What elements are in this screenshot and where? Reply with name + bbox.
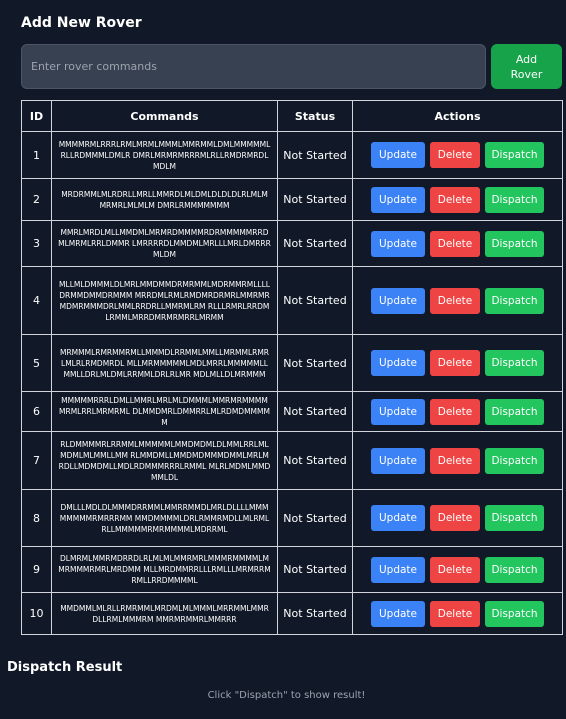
rover-id: 2: [21, 178, 52, 221]
table-row: 2 MRDRMMLMLRDRLLMRLLMMRDLMLDMLDLDLDLRLML…: [21, 178, 563, 221]
rover-id: 4: [21, 266, 52, 335]
table-row: 1 MMMMRMLRRRLRMLMRMLMMMLMMRMMLDMLMMMMMLR…: [21, 131, 563, 179]
rover-status: Not Started: [277, 131, 353, 179]
delete-button[interactable]: Delete: [430, 556, 480, 583]
update-button[interactable]: Update: [371, 350, 425, 376]
rover-actions: Update Delete Dispatch: [352, 178, 563, 221]
column-header-commands: Commands: [51, 100, 278, 132]
update-button[interactable]: Update: [371, 600, 425, 627]
dispatch-result-title: Dispatch Result: [7, 660, 123, 675]
table-row: 8 DMLLLMDLDLMMMDRRMMLMMRRMMDLMRLDLLLLMMM…: [21, 489, 563, 547]
rover-status: Not Started: [277, 431, 353, 490]
add-rover-button[interactable]: Add Rover: [491, 44, 562, 89]
rover-commands: MRMMMLRMRMMRMLLMMMDLRRMMLMMLLMRMMLRMRLML…: [51, 334, 278, 392]
delete-button[interactable]: Delete: [430, 186, 480, 213]
table-row: 9 DLMRMLMMRMDRRDLRLMLMLMMRMRLMMMRMMMMLMM…: [21, 546, 563, 593]
rover-id: 8: [21, 489, 52, 547]
rover-status: Not Started: [277, 592, 353, 635]
rover-commands: DLMRMLMMRMDRRDLRLMLMLMMRMRLMMMRMMMMLMMRM…: [51, 546, 278, 593]
table-row: 4 MLLMLDMMMLDLMRLMMDMMDRMRMMLMDRMMRMLLLL…: [21, 266, 563, 335]
table-row: 3 MMRLMRDLMLLMMDMLMRMRDMMMMRDRMMMMMRRDML…: [21, 220, 563, 267]
rover-status: Not Started: [277, 220, 353, 267]
column-header-actions: Actions: [352, 100, 563, 132]
update-button[interactable]: Update: [371, 142, 425, 168]
rover-commands: MRDRMMLMLRDRLLMRLLMMRDLMLDMLDLDLDLRLMLMM…: [51, 178, 278, 221]
rover-commands: DMLLLMDLDLMMMDRRMMLMMRRMMDLMRLDLLLLMMMMM…: [51, 489, 278, 547]
dispatch-button[interactable]: Dispatch: [485, 447, 544, 474]
rover-commands: MMMMMRRRLDMLLMMRLMRLMLDMMMLMMRMRMMMMMRML…: [51, 391, 278, 432]
delete-button[interactable]: Delete: [430, 600, 480, 627]
rover-commands: RLDMMMMRLRRMMLMMMMMLMMDMDMLDLMMLRRLMLMDM…: [51, 431, 278, 490]
rover-id: 3: [21, 220, 52, 267]
rover-status: Not Started: [277, 178, 353, 221]
update-button[interactable]: Update: [371, 556, 425, 583]
delete-button[interactable]: Delete: [430, 447, 480, 474]
rover-actions: Update Delete Dispatch: [352, 131, 563, 179]
delete-button[interactable]: Delete: [430, 350, 480, 376]
rover-status: Not Started: [277, 334, 353, 392]
dispatch-button[interactable]: Dispatch: [485, 398, 544, 425]
rover-actions: Update Delete Dispatch: [352, 592, 563, 635]
table-row: 5 MRMMMLRMRMMRMLLMMMDLRRMMLMMLLMRMMLRMRL…: [21, 334, 563, 392]
table-header-row: ID Commands Status Actions: [21, 100, 563, 132]
table-row: 6 MMMMMRRRLDMLLMMRLMRLMLDMMMLMMRMRMMMMMR…: [21, 391, 563, 432]
rover-status: Not Started: [277, 266, 353, 335]
delete-button[interactable]: Delete: [430, 230, 480, 257]
dispatch-button[interactable]: Dispatch: [485, 505, 544, 531]
rover-status: Not Started: [277, 546, 353, 593]
update-button[interactable]: Update: [371, 186, 425, 213]
column-header-status: Status: [277, 100, 353, 132]
update-button[interactable]: Update: [371, 447, 425, 474]
rover-commands: MMMMRMLRRRLRMLMRMLMMMLMMRMMLDMLMMMMMLRLL…: [51, 131, 278, 179]
rover-actions: Update Delete Dispatch: [352, 489, 563, 547]
update-button[interactable]: Update: [371, 398, 425, 425]
delete-button[interactable]: Delete: [430, 142, 480, 168]
rover-actions: Update Delete Dispatch: [352, 266, 563, 335]
rover-commands: MMRLMRDLMLLMMDMLMRMRDMMMMRDRMMMMMRRDMLMR…: [51, 220, 278, 267]
dispatch-button[interactable]: Dispatch: [485, 230, 544, 257]
delete-button[interactable]: Delete: [430, 287, 480, 314]
rover-id: 7: [21, 431, 52, 490]
rover-commands: MMDMMLMLRLLRMRMMLMRDMLMLMMMLMRRMMLMMRDLL…: [51, 592, 278, 635]
rover-status: Not Started: [277, 489, 353, 547]
column-header-id: ID: [21, 100, 52, 132]
dispatch-button[interactable]: Dispatch: [485, 142, 544, 168]
delete-button[interactable]: Delete: [430, 505, 480, 531]
rover-actions: Update Delete Dispatch: [352, 431, 563, 490]
rover-id: 1: [21, 131, 52, 179]
rover-actions: Update Delete Dispatch: [352, 220, 563, 267]
rover-actions: Update Delete Dispatch: [352, 391, 563, 432]
rover-actions: Update Delete Dispatch: [352, 334, 563, 392]
rover-id: 9: [21, 546, 52, 593]
dispatch-button[interactable]: Dispatch: [485, 556, 544, 583]
table-row: 10 MMDMMLMLRLLRMRMMLMRDMLMLMMMLMRRMMLMMR…: [21, 592, 563, 635]
update-button[interactable]: Update: [371, 505, 425, 531]
dispatch-result-hint: Click "Dispatch" to show result!: [207, 690, 366, 701]
dispatch-button[interactable]: Dispatch: [485, 186, 544, 213]
delete-button[interactable]: Delete: [430, 398, 480, 425]
update-button[interactable]: Update: [371, 230, 425, 257]
rover-id: 5: [21, 334, 52, 392]
rover-commands-input[interactable]: [21, 44, 486, 89]
rover-actions: Update Delete Dispatch: [352, 546, 563, 593]
rovers-table: ID Commands Status Actions 1 MMMMRMLRRRL…: [21, 100, 563, 635]
rover-id: 10: [21, 592, 52, 635]
dispatch-button[interactable]: Dispatch: [485, 600, 544, 627]
add-rover-title: Add New Rover: [21, 15, 142, 31]
rover-id: 6: [21, 391, 52, 432]
rover-status: Not Started: [277, 391, 353, 432]
dispatch-button[interactable]: Dispatch: [485, 350, 544, 376]
dispatch-button[interactable]: Dispatch: [485, 287, 544, 314]
table-row: 7 RLDMMMMRLRRMMLMMMMMLMMDMDMLDLMMLRRLMLM…: [21, 431, 563, 490]
update-button[interactable]: Update: [371, 287, 425, 314]
rover-commands: MLLMLDMMMLDLMRLMMDMMDRMRMMLMDRMMRMLLLLDR…: [51, 266, 278, 335]
